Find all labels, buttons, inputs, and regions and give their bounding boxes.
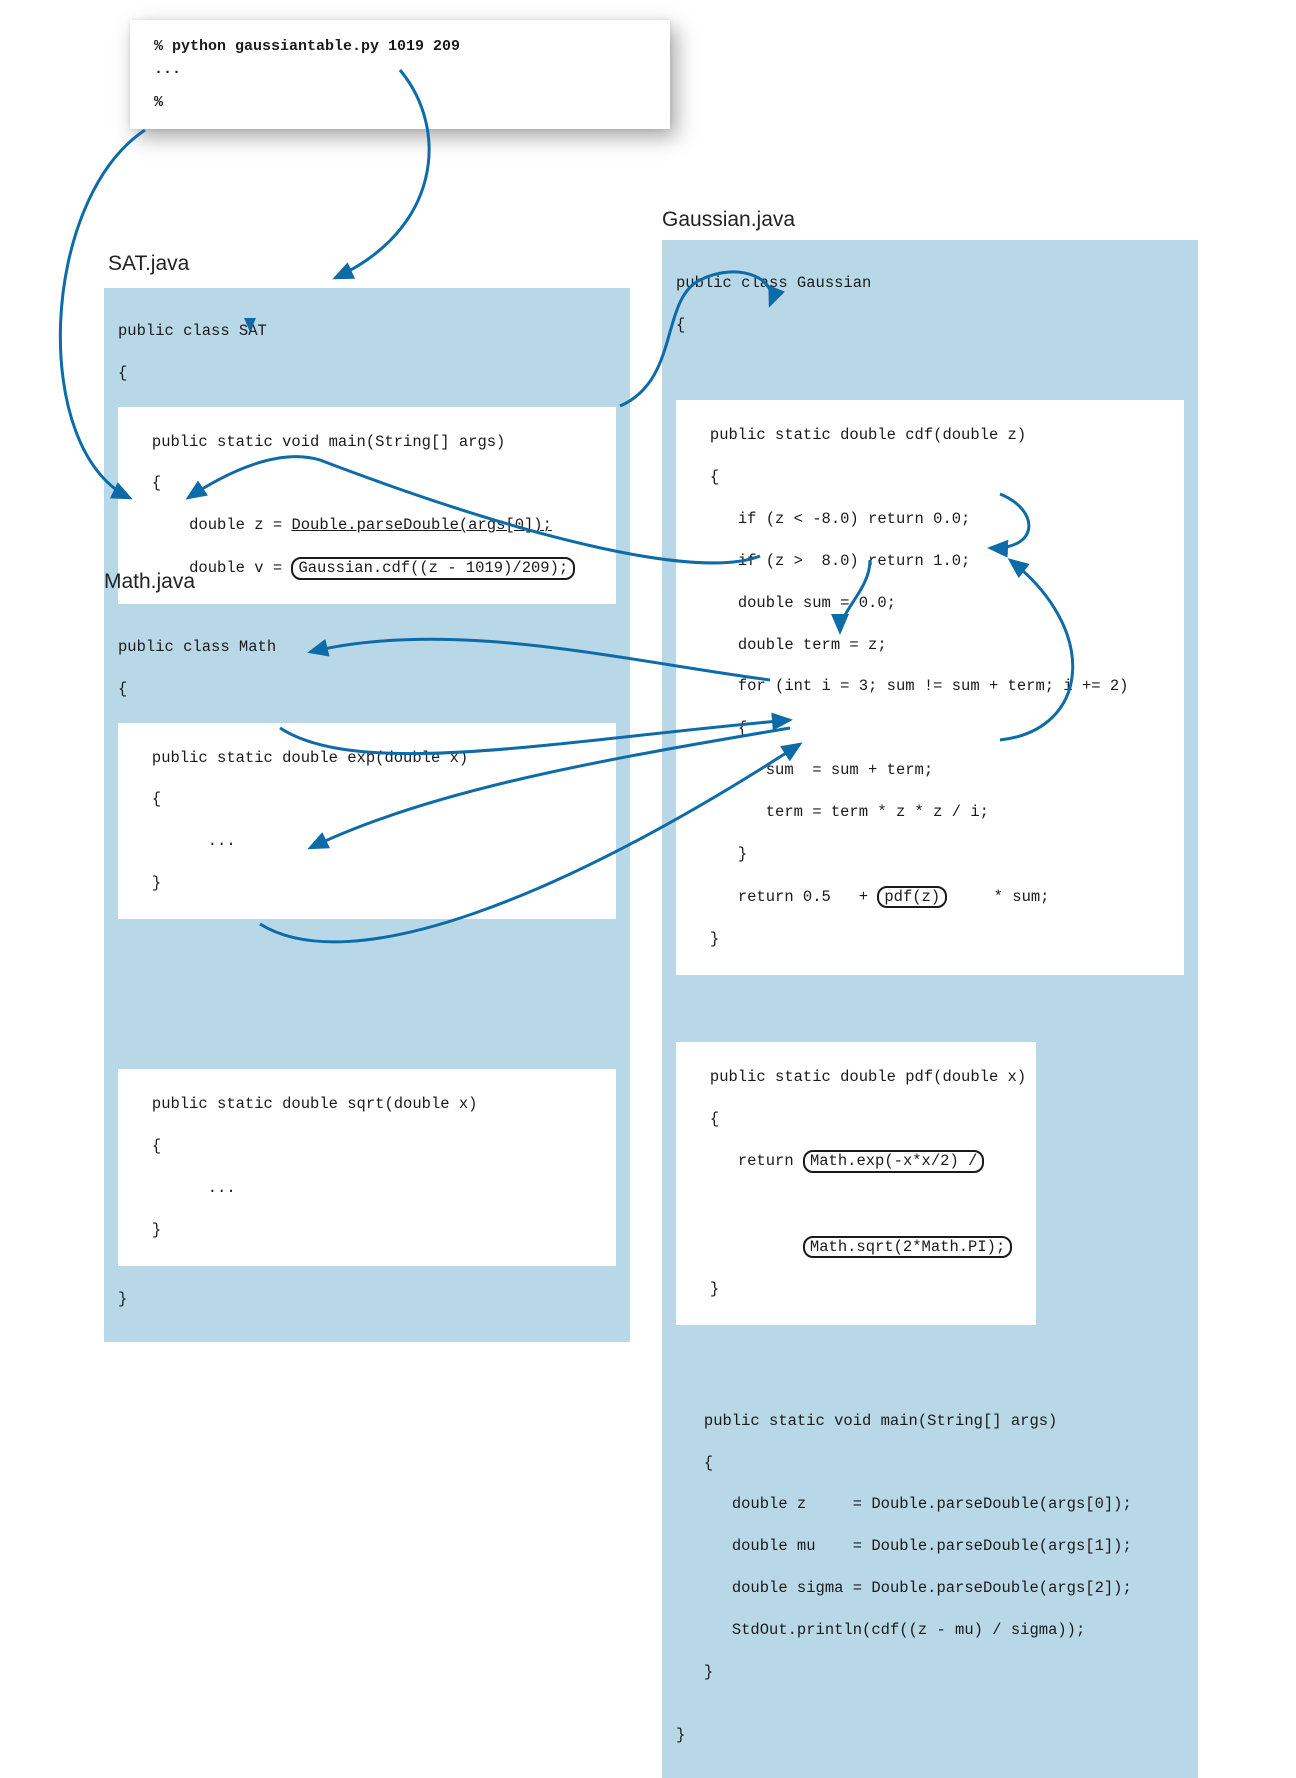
code-text: ...	[208, 1179, 236, 1197]
code-text: }	[704, 1663, 713, 1681]
code-text: }	[710, 1280, 719, 1298]
code-text: {	[710, 468, 719, 486]
code-text: public static void main(String[] args)	[704, 1412, 1057, 1430]
parse-double-call: Double.parseDouble(args[0]);	[291, 516, 551, 534]
code-text: if (z < -8.0) return 0.0;	[738, 510, 971, 528]
code-text: {	[676, 315, 1184, 336]
code-text: public static void main(String[] args)	[152, 433, 505, 451]
code-text: term = term * z * z / i;	[766, 803, 989, 821]
code-text: ...	[208, 832, 236, 850]
code-text: {	[710, 1110, 719, 1128]
math-file-label: Math.java	[104, 570, 195, 594]
code-text: }	[118, 1289, 616, 1310]
code-text: public static double exp(double x)	[152, 749, 468, 767]
code-text: }	[710, 930, 719, 948]
code-text: {	[738, 719, 747, 737]
code-text: {	[118, 363, 616, 384]
code-text: double mu = Double.parseDouble(args[1]);	[732, 1537, 1132, 1555]
gaussian-main-block: public static void main(String[] args) {…	[676, 1390, 1184, 1704]
terminal-dots: ...	[154, 61, 646, 78]
code-text: }	[738, 845, 747, 863]
code-text: {	[118, 679, 616, 700]
code-text: double v =	[189, 559, 291, 577]
code-text: * sum;	[947, 888, 1049, 906]
math-sqrt-call: Math.sqrt(2*Math.PI);	[803, 1236, 1012, 1259]
terminal-box: % python gaussiantable.py 1019 209 ... %	[130, 20, 670, 129]
math-code-box: public class Math { public static double…	[104, 604, 630, 1342]
code-text: }	[152, 874, 161, 892]
code-text: {	[152, 790, 161, 808]
code-text: {	[152, 474, 161, 492]
code-text: public class Math	[118, 637, 616, 658]
code-text: public class Gaussian	[676, 273, 1184, 294]
code-text: {	[152, 1137, 161, 1155]
code-text: double sum = 0.0;	[738, 594, 896, 612]
code-text: if (z > 8.0) return 1.0;	[738, 552, 971, 570]
code-text: {	[704, 1454, 713, 1472]
code-text: double z = Double.parseDouble(args[0]);	[732, 1495, 1132, 1513]
code-text: for (int i = 3; sum != sum + term; i += …	[738, 677, 1129, 695]
code-text: public static double pdf(double x)	[710, 1068, 1026, 1086]
code-text: double sigma = Double.parseDouble(args[2…	[732, 1579, 1132, 1597]
gaussian-code-box: public class Gaussian { public static do…	[662, 240, 1198, 1778]
code-text: return 0.5 +	[738, 888, 878, 906]
gaussian-cdf-block: public static double cdf(double z) { if …	[676, 400, 1184, 975]
code-text: double z =	[189, 516, 291, 534]
code-text: StdOut.println(cdf((z - mu) / sigma));	[732, 1621, 1085, 1639]
gaussian-file-label: Gaussian.java	[662, 208, 795, 232]
pdf-call: pdf(z)	[877, 886, 947, 909]
code-text: return	[738, 1152, 803, 1170]
math-exp-block: public static double exp(double x) { ...…	[118, 723, 616, 919]
gaussian-pdf-block: public static double pdf(double x) { ret…	[676, 1042, 1036, 1325]
code-text: double term = z;	[738, 636, 887, 654]
terminal-command: % python gaussiantable.py 1019 209	[154, 38, 646, 55]
sat-file-label: SAT.java	[108, 252, 189, 276]
code-text: public class SAT	[118, 321, 616, 342]
code-text: }	[152, 1221, 161, 1239]
terminal-prompt: %	[154, 94, 646, 111]
math-sqrt-block: public static double sqrt(double x) { ..…	[118, 1069, 616, 1265]
code-text: }	[676, 1725, 1184, 1746]
math-exp-call: Math.exp(-x*x/2) /	[803, 1150, 984, 1173]
code-text: sum = sum + term;	[766, 761, 933, 779]
code-text: public static double cdf(double z)	[710, 426, 1026, 444]
gaussian-cdf-call: Gaussian.cdf((z - 1019)/209);	[291, 557, 575, 580]
code-text: public static double sqrt(double x)	[152, 1095, 478, 1113]
